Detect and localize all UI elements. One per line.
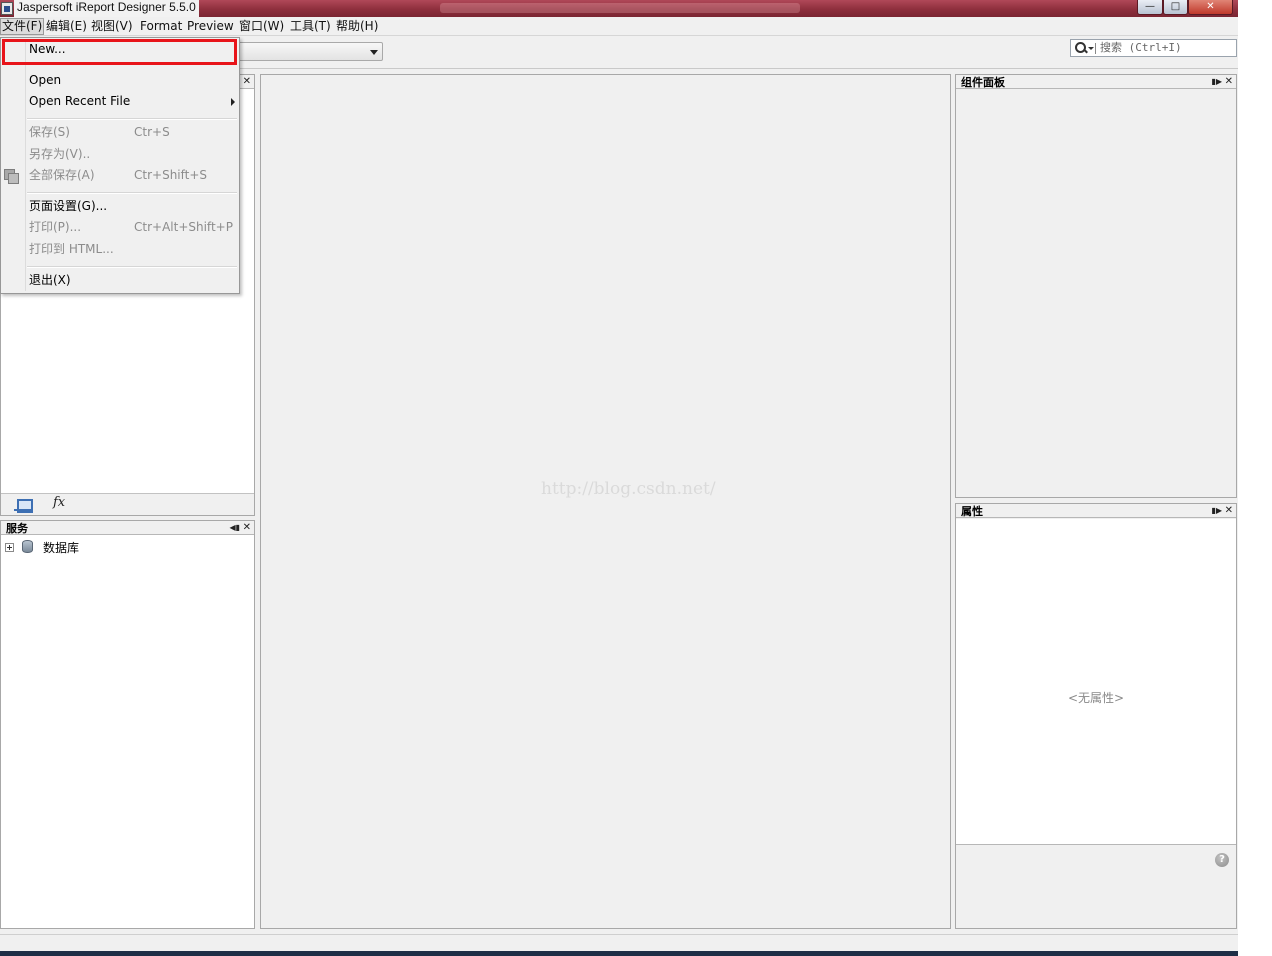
minimize-button[interactable]: — xyxy=(1137,0,1163,15)
menu-item-open[interactable]: Open xyxy=(29,72,61,89)
menu-separator xyxy=(27,266,237,268)
search-input[interactable]: 搜索 (Ctrl+I) xyxy=(1100,41,1182,55)
close-icon[interactable]: ✕ xyxy=(243,75,251,88)
toolbar-combo[interactable] xyxy=(238,42,383,61)
services-panel-header: 服务 ◀▮ ✕ xyxy=(1,521,254,535)
search-separator xyxy=(1095,43,1096,54)
menu-separator xyxy=(27,192,237,194)
menu-item-exit[interactable]: 退出(X) xyxy=(29,272,71,289)
menu-help[interactable]: 帮助(H) xyxy=(335,18,379,35)
menu-accel-save: Ctr+S xyxy=(134,125,170,139)
menu-item-open-recent[interactable]: Open Recent File xyxy=(29,93,130,110)
search-dropdown-icon[interactable] xyxy=(1088,47,1094,50)
minimize-icon[interactable]: ▮▶ xyxy=(1211,504,1222,517)
menu-accel-save-all: Ctr+Shift+S xyxy=(134,168,208,182)
chevron-down-icon xyxy=(370,50,378,55)
properties-list: <无属性> xyxy=(956,519,1236,845)
watermark-text: http://blog.csdn.net/ xyxy=(541,479,716,499)
minimize-icon[interactable]: ▮▶ xyxy=(1211,75,1222,88)
report-inspector-icon[interactable] xyxy=(14,497,34,513)
app-window: Jaspersoft iReport Designer 5.5.0 — □ ✕ … xyxy=(0,0,1238,956)
database-icon xyxy=(22,540,33,553)
maximize-button[interactable]: □ xyxy=(1163,0,1188,15)
menu-format[interactable]: Format xyxy=(139,18,183,35)
close-button[interactable]: ✕ xyxy=(1188,0,1233,15)
app-icon[interactable] xyxy=(1,2,13,15)
menu-bar: 文件(F) 编辑(E) 视图(V) Format Preview 窗口(W) 工… xyxy=(0,17,1238,36)
search-box[interactable]: 搜索 (Ctrl+I) xyxy=(1070,39,1237,57)
save-all-icon xyxy=(4,169,19,184)
close-icon[interactable]: ✕ xyxy=(1225,504,1233,517)
file-menu-dropdown: New... Open Open Recent File 保存(S) Ctr+S… xyxy=(0,37,240,294)
services-panel: 服务 ◀▮ ✕ 数据库 xyxy=(0,520,255,929)
window-title: Jaspersoft iReport Designer 5.5.0 xyxy=(14,0,199,17)
menu-preview[interactable]: Preview xyxy=(186,18,235,35)
title-blur-region xyxy=(440,3,800,13)
menu-item-save-as[interactable]: 另存为(V).. xyxy=(29,146,90,163)
tree-item-label: 数据库 xyxy=(43,541,80,555)
properties-panel-title: 属性 xyxy=(961,505,983,518)
services-panel-title: 服务 xyxy=(6,522,28,535)
menu-item-print-html[interactable]: 打印到 HTML... xyxy=(29,241,114,258)
menu-accel-print: Ctr+Alt+Shift+P xyxy=(134,220,233,234)
properties-panel-header: 属性 ▮▶ ✕ xyxy=(956,504,1236,518)
close-icon[interactable]: ✕ xyxy=(1225,75,1233,88)
menu-tools[interactable]: 工具(T) xyxy=(289,18,332,35)
help-icon[interactable]: ? xyxy=(1215,853,1229,867)
close-icon[interactable]: ✕ xyxy=(243,521,251,534)
editor-area: http://blog.csdn.net/ xyxy=(260,74,951,929)
menu-item-page-setup[interactable]: 页面设置(G)... xyxy=(29,198,107,215)
no-properties-text: <无属性> xyxy=(1067,691,1125,705)
highlight-box xyxy=(2,39,237,65)
menu-item-print[interactable]: 打印(P)... xyxy=(29,219,81,236)
submenu-arrow-icon xyxy=(231,98,235,106)
palette-panel: 组件面板 ▮▶ ✕ xyxy=(955,74,1237,498)
expand-icon[interactable] xyxy=(5,543,14,552)
taskbar xyxy=(0,951,1238,956)
menu-view[interactable]: 视图(V) xyxy=(90,18,134,35)
palette-panel-title: 组件面板 xyxy=(961,76,1005,89)
menu-item-save[interactable]: 保存(S) xyxy=(29,124,70,141)
menu-window[interactable]: 窗口(W) xyxy=(238,18,285,35)
menu-separator xyxy=(27,118,237,120)
search-icon[interactable] xyxy=(1075,42,1089,55)
menu-file[interactable]: 文件(F) xyxy=(0,18,45,35)
menu-edit[interactable]: 编辑(E) xyxy=(45,18,88,35)
menu-gutter xyxy=(25,40,26,291)
title-bar: Jaspersoft iReport Designer 5.5.0 — □ ✕ xyxy=(0,0,1238,17)
fx-icon[interactable]: fx xyxy=(53,495,65,510)
menu-item-save-all[interactable]: 全部保存(A) xyxy=(29,167,95,184)
palette-panel-header: 组件面板 ▮▶ ✕ xyxy=(956,75,1236,89)
left-top-panel-tabs: fx xyxy=(1,493,254,515)
minimize-icon[interactable]: ◀▮ xyxy=(229,521,240,534)
properties-panel: 属性 ▮▶ ✕ <无属性> ? xyxy=(955,503,1237,929)
